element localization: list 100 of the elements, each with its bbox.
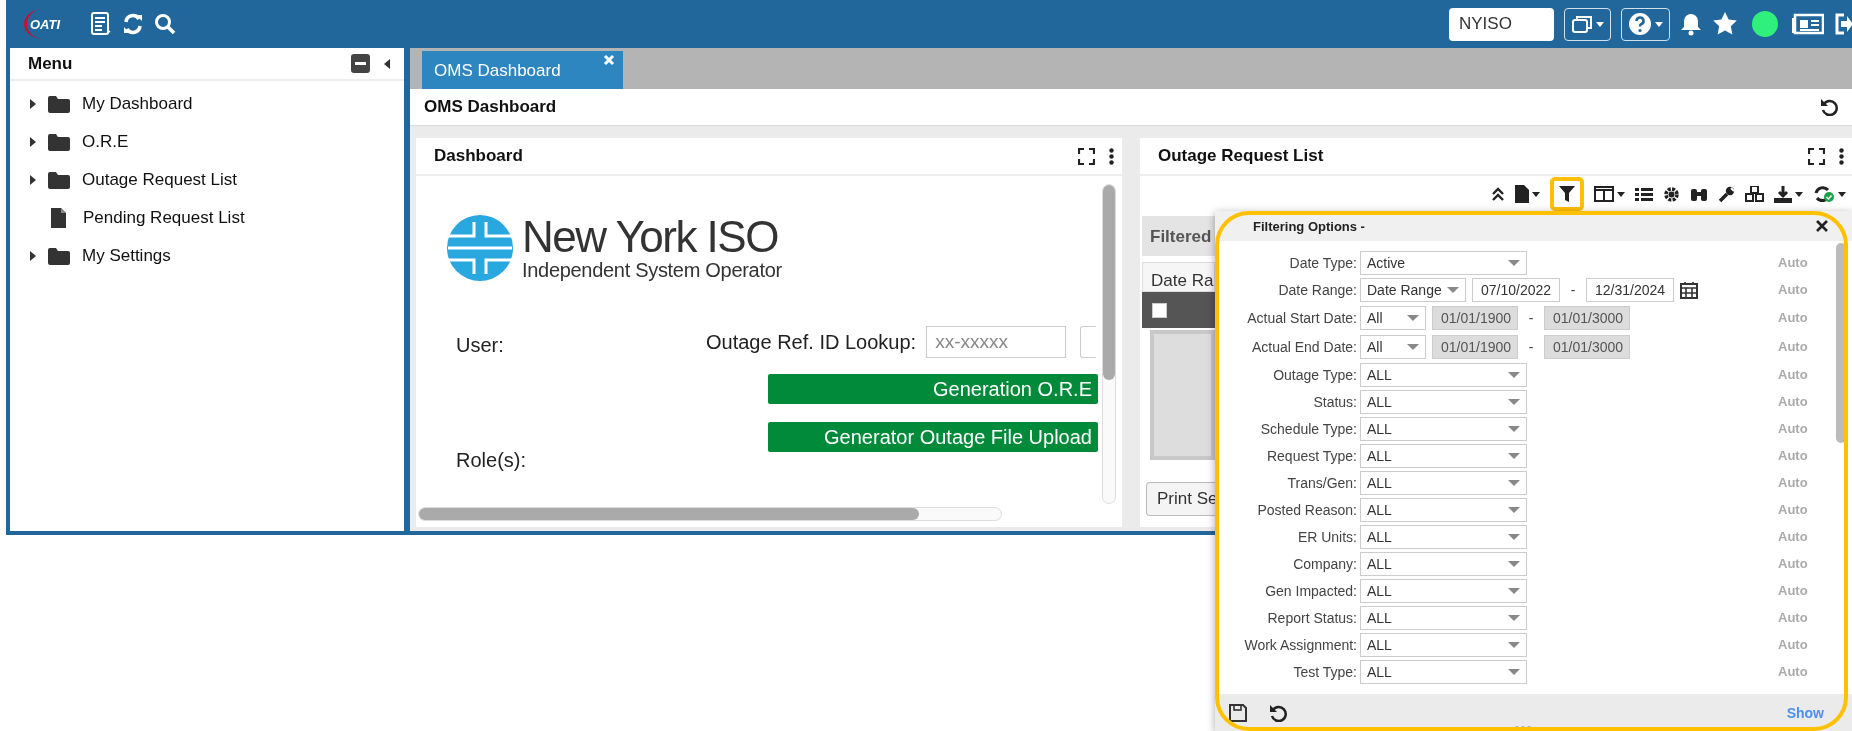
- folder-icon: [48, 95, 70, 113]
- reset-icon[interactable]: [1820, 98, 1838, 116]
- lookup-field[interactable]: xx-xxxxx: [926, 326, 1067, 358]
- dropdown[interactable]: ALL: [1360, 443, 1527, 468]
- caret-icon: [1508, 371, 1520, 378]
- logo[interactable]: OATI: [24, 9, 62, 39]
- dropdown[interactable]: ALL: [1360, 362, 1527, 387]
- star-icon[interactable]: [1712, 11, 1738, 37]
- help-button[interactable]: [1621, 7, 1670, 41]
- caret-icon: [1508, 425, 1520, 432]
- status-dot: [1752, 11, 1778, 37]
- company-field[interactable]: NYISO: [1449, 7, 1554, 41]
- auto-label: Auto: [1778, 502, 1808, 517]
- dropdown[interactable]: ALL: [1360, 416, 1527, 441]
- date-field[interactable]: 07/10/2022: [1472, 277, 1560, 302]
- close-icon[interactable]: [1816, 220, 1828, 232]
- action-button[interactable]: Generator Outage File Upload: [768, 422, 1098, 452]
- filter-icon: [1559, 186, 1575, 202]
- help-icon: [1628, 12, 1652, 36]
- kebab-menu-icon[interactable]: [1109, 147, 1114, 165]
- windows-icon: [1571, 14, 1593, 34]
- report-icon[interactable]: [90, 12, 112, 36]
- calendar-icon[interactable]: [1680, 280, 1698, 299]
- cubes-icon[interactable]: [1745, 186, 1764, 202]
- caret-icon: [1407, 314, 1419, 321]
- collapse-icon[interactable]: [351, 54, 370, 73]
- dropdown[interactable]: ALL: [1360, 605, 1527, 630]
- filter-label: Actual Start Date:: [1246, 309, 1358, 326]
- auto-label: Auto: [1778, 394, 1808, 409]
- caret-icon: [1508, 668, 1520, 675]
- vertical-scrollbar[interactable]: [1102, 184, 1116, 504]
- download-icon: [1774, 185, 1792, 203]
- column-header[interactable]: Date Ra: [1142, 262, 1215, 292]
- fullscreen-icon[interactable]: [1078, 147, 1095, 165]
- fullscreen-icon[interactable]: [1808, 147, 1825, 165]
- logo-tagline: Independent System Operator: [522, 258, 782, 282]
- menu-item[interactable]: My Dashboard: [82, 94, 193, 114]
- export-button[interactable]: [1515, 185, 1540, 203]
- dropdown[interactable]: Active: [1360, 250, 1527, 275]
- logo-name: New York ISO: [522, 214, 779, 259]
- binoculars-icon[interactable]: [1690, 186, 1708, 202]
- refresh-check-icon: [1813, 185, 1835, 203]
- download-button[interactable]: [1774, 185, 1803, 203]
- caret-icon: [1508, 560, 1520, 567]
- dropdown[interactable]: ALL: [1360, 497, 1527, 522]
- reset-icon[interactable]: [1269, 703, 1287, 722]
- bell-icon[interactable]: [1680, 12, 1702, 36]
- filter-label: Company:: [1292, 555, 1358, 572]
- caret-icon: [1532, 191, 1540, 197]
- auto-refresh-button[interactable]: [1813, 185, 1846, 203]
- menu-item[interactable]: O.R.E: [82, 132, 129, 152]
- dropdown[interactable]: ALL: [1360, 632, 1527, 657]
- dropdown[interactable]: ALL: [1360, 551, 1527, 576]
- dropdown[interactable]: ALL: [1360, 470, 1527, 495]
- news-icon[interactable]: [1792, 13, 1824, 35]
- caret-right-icon[interactable]: [30, 99, 36, 109]
- caret-right-icon[interactable]: [30, 251, 36, 261]
- caret-left-icon[interactable]: [384, 58, 390, 69]
- refresh-icon[interactable]: [122, 13, 144, 35]
- filter-label: ER Units:: [1296, 528, 1358, 545]
- wrench-icon[interactable]: [1718, 185, 1735, 203]
- kebab-menu-icon[interactable]: [1839, 147, 1844, 165]
- windows-button[interactable]: [1564, 7, 1611, 41]
- dropdown[interactable]: ALL: [1360, 524, 1527, 549]
- tab[interactable]: OMS Dashboard: [422, 51, 623, 89]
- date-field[interactable]: 12/31/2024: [1586, 277, 1674, 302]
- menu-item[interactable]: Outage Request List: [82, 170, 237, 190]
- caret-right-icon[interactable]: [30, 175, 36, 185]
- auto-label: Auto: [1778, 583, 1808, 598]
- roles-label: Role(s):: [456, 449, 526, 472]
- filter-button[interactable]: [1550, 177, 1584, 211]
- caret-right-icon[interactable]: [30, 137, 36, 147]
- search-icon[interactable]: [154, 13, 176, 35]
- list-icon[interactable]: [1635, 186, 1653, 202]
- menu-item[interactable]: Pending Request List: [83, 208, 245, 228]
- page-title: OMS Dashboard: [424, 97, 557, 117]
- auto-label: Auto: [1778, 556, 1808, 571]
- collapse-up-icon[interactable]: [1491, 187, 1505, 201]
- dropdown[interactable]: ALL: [1360, 389, 1527, 414]
- dropdown[interactable]: ALL: [1360, 578, 1527, 603]
- auto-label: Auto: [1778, 610, 1808, 625]
- menu-item[interactable]: My Settings: [82, 246, 171, 266]
- scrollbar[interactable]: [1836, 243, 1846, 443]
- document-icon: [51, 208, 66, 228]
- columns-button[interactable]: [1594, 186, 1625, 202]
- dropdown[interactable]: Date Range: [1360, 277, 1466, 302]
- panel-title: Dashboard: [434, 146, 523, 166]
- save-icon[interactable]: [1229, 703, 1247, 722]
- logout-icon[interactable]: [1834, 12, 1852, 36]
- select-all-checkbox[interactable]: [1152, 302, 1167, 318]
- columns-icon: [1594, 186, 1614, 202]
- caret-icon: [1508, 587, 1520, 594]
- file-icon: [1515, 185, 1529, 203]
- caret-icon: [1655, 21, 1663, 27]
- filter-label: Work Assignment:: [1243, 636, 1358, 653]
- settings-icon[interactable]: [1663, 185, 1680, 203]
- auto-label: Auto: [1778, 664, 1808, 679]
- action-button[interactable]: Generation O.R.E: [768, 374, 1098, 404]
- horizontal-scrollbar[interactable]: [418, 507, 1002, 521]
- dropdown[interactable]: ALL: [1360, 659, 1527, 684]
